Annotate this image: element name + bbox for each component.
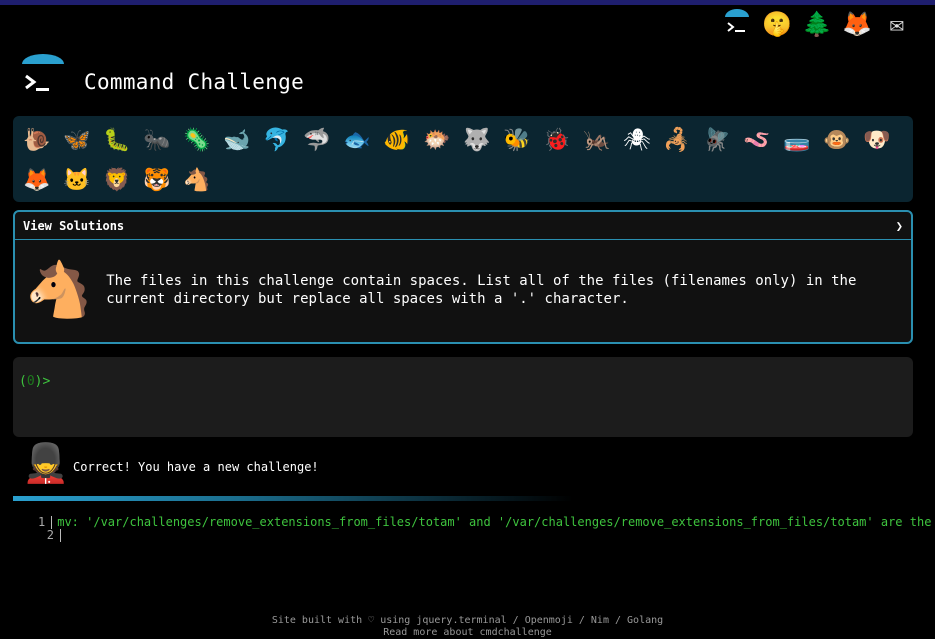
mail-envelope-icon[interactable]: ✉ <box>881 8 913 40</box>
bacteria-icon[interactable]: 🧫 <box>777 120 817 160</box>
guard-icon: 💂 <box>22 441 70 485</box>
horse-icon: 🐴 <box>25 258 93 321</box>
wolf-icon[interactable]: 🐺 <box>457 120 497 160</box>
app-logo-icon <box>18 52 68 102</box>
top-nav-icons: 🤫 🌲 🦊 ✉ <box>721 8 913 40</box>
challenge-description: 🐴 The files in this challenge contain sp… <box>25 250 895 330</box>
ladybug-icon[interactable]: 🐞 <box>537 120 577 160</box>
lion-icon[interactable]: 🦁 <box>97 160 137 200</box>
surprised-face-icon[interactable]: 🤫 <box>761 8 793 40</box>
challenge-text: The files in this challenge contain spac… <box>106 273 857 307</box>
footer-read-more-link[interactable]: Read more about cmdchallenge <box>0 627 935 639</box>
fly-icon[interactable]: 🪰 <box>697 120 737 160</box>
dog-icon[interactable]: 🐶 <box>857 120 897 160</box>
prompt-count: 0 <box>26 374 35 389</box>
fox-icon[interactable]: 🦊 <box>17 160 57 200</box>
butterfly-icon[interactable]: 🦋 <box>57 120 97 160</box>
ant-icon[interactable]: 🐜 <box>137 120 177 160</box>
scorpion-icon[interactable]: 🦂 <box>657 120 697 160</box>
tiger-icon[interactable]: 🐯 <box>137 160 177 200</box>
footer: Site built with ♡ using jquery.terminal … <box>0 615 935 639</box>
caterpillar-icon[interactable]: 🐛 <box>97 120 137 160</box>
line-text <box>60 529 66 542</box>
cat-icon[interactable]: 🐱 <box>57 160 97 200</box>
snail-icon[interactable]: 🐌 <box>17 120 57 160</box>
terminal-prompt: (0)> <box>19 374 51 389</box>
command-output: 1 mv: '/var/challenges/remove_extensions… <box>38 516 935 556</box>
view-solutions-toggle[interactable]: View Solutions ❯ <box>15 212 911 240</box>
page-title: Command Challenge <box>84 70 305 94</box>
output-line: 1 mv: '/var/challenges/remove_extensions… <box>38 516 935 529</box>
solution-panel: View Solutions ❯ 🐴 The files in this cha… <box>13 210 913 344</box>
terminal-input[interactable]: (0)> <box>13 357 913 437</box>
cricket-icon[interactable]: 🦗 <box>577 120 617 160</box>
gitlab-fox-icon[interactable]: 🦊 <box>841 8 873 40</box>
line-text: mv: '/var/challenges/remove_extensions_f… <box>51 516 935 529</box>
blowfish-icon[interactable]: 🐡 <box>417 120 457 160</box>
fish-icon[interactable]: 🐟 <box>337 120 377 160</box>
worm-icon[interactable]: 🪱 <box>737 120 777 160</box>
bee-icon[interactable]: 🐝 <box>497 120 537 160</box>
view-solutions-label: View Solutions <box>23 218 125 233</box>
microbe-icon[interactable]: 🦠 <box>177 120 217 160</box>
tropical-fish-icon[interactable]: 🐠 <box>377 120 417 160</box>
dolphin-icon[interactable]: 🐬 <box>257 120 297 160</box>
horse-icon[interactable]: 🐴 <box>177 160 217 200</box>
output-line: 2 <box>38 529 935 542</box>
terminal-logo-icon[interactable] <box>721 8 753 40</box>
shark-icon[interactable]: 🦈 <box>297 120 337 160</box>
spider-icon[interactable]: 🕷 <box>617 120 657 160</box>
monkey-icon[interactable]: 🐵 <box>817 120 857 160</box>
challenge-grid: 🐌 🦋 🐛 🐜 🦠 🐋 🐬 🦈 🐟 🐠 🐡 🐺 🐝 🐞 🦗 🕷 🦂 🪰 🪱 🧫 🐵 🐶 🦊 🐱 🦁 🐯 🐴 <box>17 120 909 200</box>
footer-credits: Site built with ♡ using jquery.terminal … <box>271 615 664 626</box>
divider <box>13 496 573 501</box>
top-accent-bar <box>0 0 935 5</box>
chevron-right-icon: ❯ <box>895 218 903 233</box>
line-number: 2 <box>46 528 54 542</box>
status-message: Correct! You have a new challenge! <box>73 460 319 474</box>
challenge-icons-panel: 🐌 🦋 🐛 🐜 🦠 🐋 🐬 🦈 🐟 🐠 🐡 🐺 🐝 🐞 🦗 🕷 🦂 🪰 🪱 🧫 🐵 🐶 🦊 🐱 🦁 🐯 🐴 <box>13 116 913 202</box>
christmas-tree-icon[interactable]: 🌲 <box>801 8 833 40</box>
whale-icon[interactable]: 🐋 <box>217 120 257 160</box>
